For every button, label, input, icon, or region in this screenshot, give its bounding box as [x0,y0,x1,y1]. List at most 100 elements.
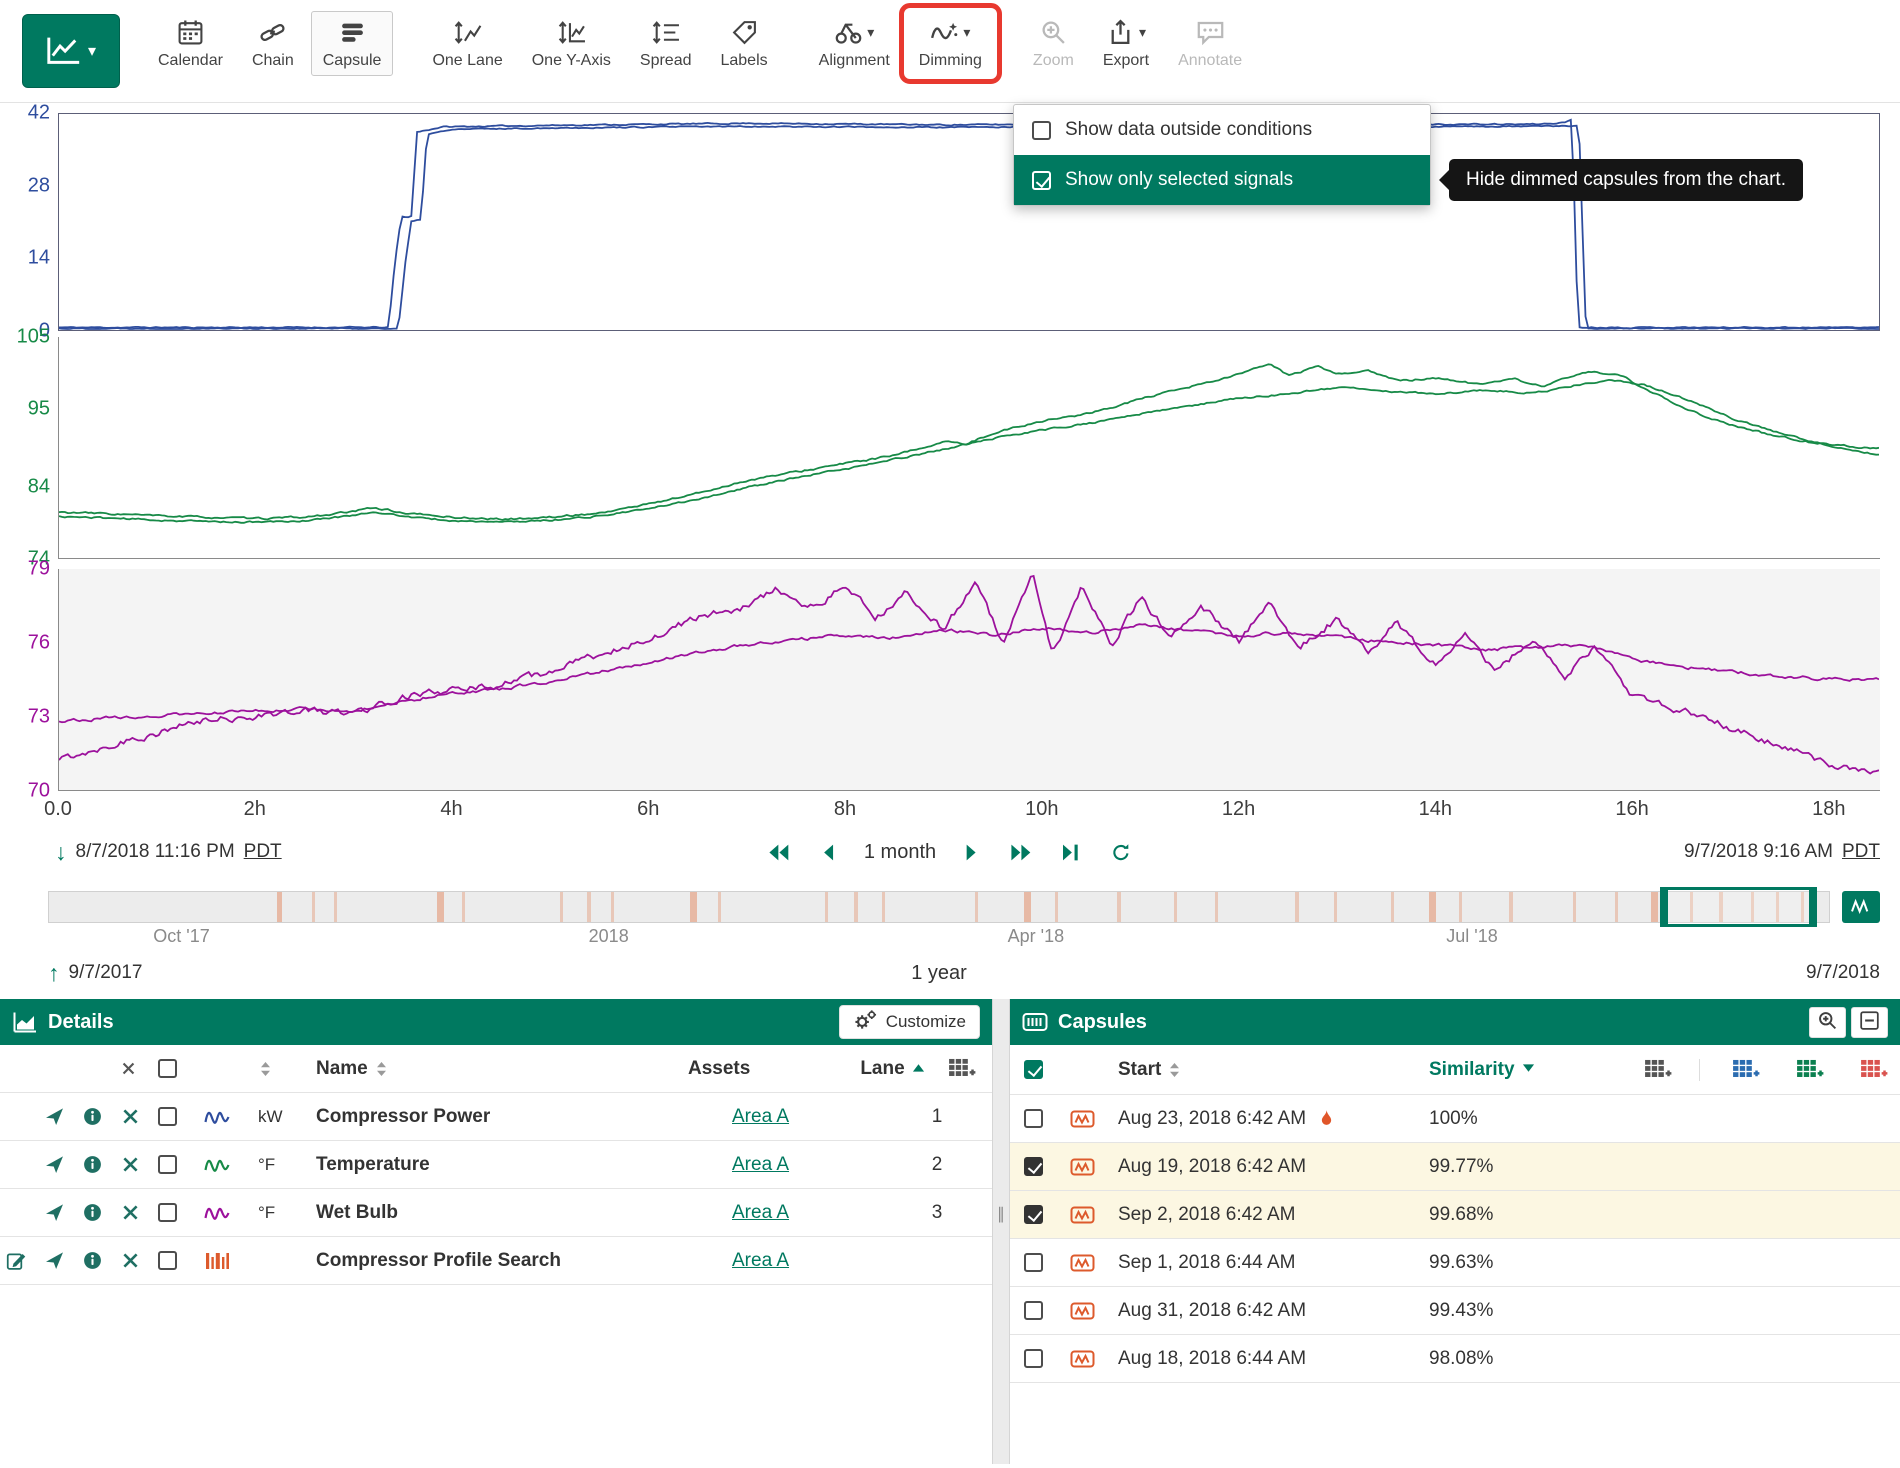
details-panel-header: Details Customize [0,999,992,1045]
timezone-link[interactable]: PDT [1842,841,1880,863]
one-lane-icon [453,19,482,46]
toolbar-item-alignment[interactable]: ▾Alignment [807,11,902,76]
panel-resize-handle[interactable]: ∥ [992,999,1010,1464]
series-temperature [59,380,1879,523]
row-checkbox[interactable] [158,1251,177,1270]
timebar-selection-brush[interactable] [1660,887,1817,927]
pin-icon[interactable] [44,1154,65,1175]
asset-link[interactable]: Area A [732,1250,789,1272]
assets-column-header[interactable]: Assets [688,1058,750,1080]
info-icon[interactable] [82,1154,103,1175]
lane-plot-3[interactable] [58,569,1880,791]
pin-icon[interactable] [44,1250,65,1271]
checkbox-unchecked-icon[interactable] [1032,121,1051,140]
asset-cell: Area A [732,1202,882,1224]
info-icon[interactable] [82,1250,103,1271]
menu-item-show-data-outside[interactable]: Show data outside conditions [1014,105,1430,155]
worksheet-view-dropdown[interactable]: ▾ [22,14,120,88]
caret-down-icon: ▾ [88,41,96,61]
pin-icon[interactable] [44,1202,65,1223]
start-column-header[interactable]: Start [1118,1059,1161,1081]
info-icon[interactable] [82,1202,103,1223]
capsule-stripe [277,892,282,922]
remove-icon[interactable] [120,1106,141,1127]
toolbar-item-one-y-axis[interactable]: One Y-Axis [520,11,623,76]
toolbar-item-capsule[interactable]: Capsule [311,11,394,76]
signal-icon [204,1154,230,1176]
fast-forward-button[interactable] [1006,840,1036,865]
menu-item-show-only-selected[interactable]: Show only selected signals [1014,155,1430,205]
select-all-checkbox[interactable] [158,1059,177,1078]
lane-plot-2[interactable] [58,337,1880,559]
pin-icon[interactable] [44,1106,65,1127]
capsule-checkbox[interactable] [1024,1301,1043,1320]
remove-all-icon[interactable] [120,1060,137,1077]
fast-backward-button[interactable] [764,840,794,865]
lane-plot-1[interactable] [58,113,1880,331]
row-checkbox[interactable] [158,1203,177,1222]
name-column-header[interactable]: Name [316,1058,368,1080]
capsule-checkbox[interactable] [1024,1205,1043,1224]
edit-icon[interactable] [6,1250,27,1271]
checkbox-checked-icon[interactable] [1032,171,1051,190]
add-signal-stat-green-icon[interactable] [1796,1059,1824,1081]
step-forward-button[interactable] [956,840,986,865]
toolbar-item-one-lane[interactable]: One Lane [420,11,514,76]
asset-link[interactable]: Area A [732,1154,789,1176]
toolbar-item-spread[interactable]: Spread [628,11,704,76]
toolbar-item-export[interactable]: ▾Export [1091,11,1161,76]
x-tick-label: 2h [244,798,266,821]
add-column-icon[interactable] [1644,1059,1672,1081]
info-icon[interactable] [82,1106,103,1127]
down-arrow-icon[interactable]: ↓ [55,841,67,864]
lane-column-header[interactable]: Lane [860,1058,904,1080]
investigate-timebar[interactable] [48,891,1830,923]
toolbar-item-icon-row [730,17,759,48]
refresh-button[interactable] [1106,840,1136,865]
capsule-icon [1070,1204,1095,1226]
remove-icon[interactable] [120,1154,141,1175]
row-checkbox[interactable] [158,1107,177,1126]
sort-name-icon[interactable] [374,1060,389,1078]
capsule-checkbox[interactable] [1024,1253,1043,1272]
asset-link[interactable]: Area A [732,1106,789,1128]
capsule-checkbox[interactable] [1024,1109,1043,1128]
details-row: °FTemperatureArea A2 [0,1141,992,1189]
step-backward-button[interactable] [814,840,844,865]
capsule-checkbox[interactable] [1024,1157,1043,1176]
type-cell [204,1202,258,1224]
capsule-checkbox[interactable] [1024,1349,1043,1368]
remove-icon[interactable] [120,1250,141,1271]
add-column-icon[interactable] [948,1058,976,1080]
toolbar-item-label: Chain [252,52,294,70]
capsule-stripe [1391,892,1394,922]
skip-to-end-button[interactable] [1056,840,1086,865]
select-all-capsules-checkbox[interactable] [1024,1060,1043,1079]
timebar-signal-button[interactable] [1842,891,1880,923]
remove-cell [120,1154,158,1175]
sort-type-icon[interactable] [258,1060,273,1078]
asset-link[interactable]: Area A [732,1202,789,1224]
details-icon [12,1010,38,1034]
y-tick-label: 95 [28,397,50,420]
up-arrow-icon[interactable]: ↑ [48,962,60,985]
details-table-header: Name Assets Lane [0,1045,992,1093]
capsule-start: Sep 2, 2018 6:42 AM [1118,1204,1429,1226]
add-signal-stat-blue-icon[interactable] [1732,1059,1760,1081]
row-checkbox[interactable] [158,1155,177,1174]
range-duration[interactable]: 1 month [864,841,936,864]
toolbar-item-chain[interactable]: Chain [240,11,306,76]
customize-button[interactable]: Customize [839,1005,980,1039]
toolbar-item-dimming[interactable]: ▾Dimming [907,11,994,76]
toolbar-item-calendar[interactable]: Calendar [146,11,235,76]
toolbar-item-labels[interactable]: Labels [708,11,779,76]
timezone-link[interactable]: PDT [244,841,282,863]
zoom-to-capsule-button[interactable] [1809,1007,1846,1038]
remove-icon[interactable] [120,1202,141,1223]
add-signal-stat-red-icon[interactable] [1860,1059,1888,1081]
trend-chart[interactable]: 4228140105958474797673700.02h4h6h8h10h12… [0,103,1900,827]
collapse-panel-button[interactable] [1851,1007,1888,1038]
timebar-axis-label: Jul '18 [1446,926,1497,947]
similarity-column-header[interactable]: Similarity [1429,1059,1515,1081]
sort-start-icon[interactable] [1167,1061,1182,1079]
